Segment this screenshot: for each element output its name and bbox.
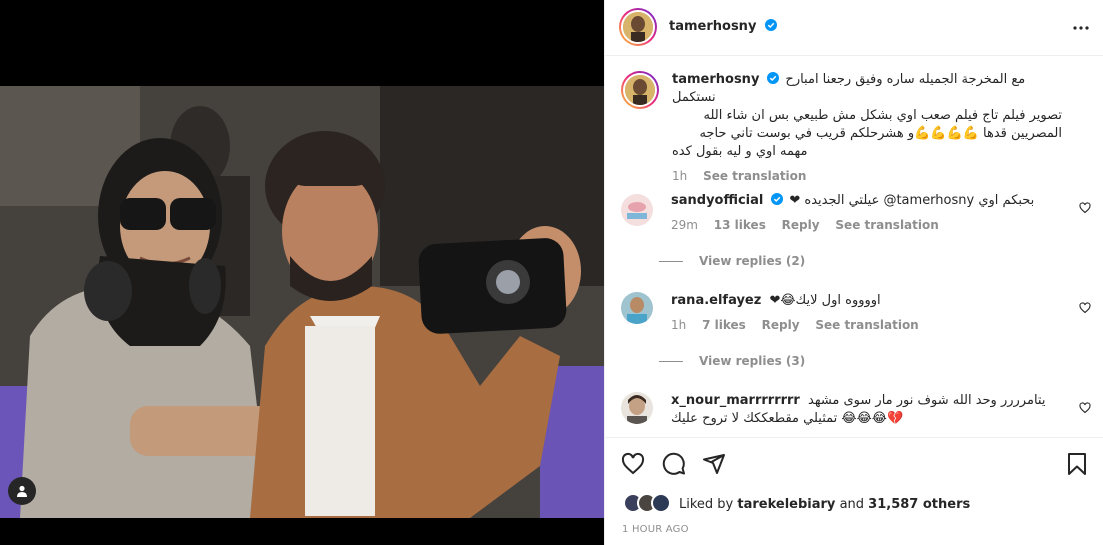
caption-see-translation[interactable]: See translation xyxy=(703,169,806,183)
verified-badge-icon xyxy=(771,193,784,205)
caption-avatar-photo xyxy=(625,75,655,105)
author-avatar[interactable] xyxy=(619,8,657,46)
comment-likes[interactable]: 13 likes xyxy=(714,218,766,232)
caption-body: tamerhosny مع المخرجة الجميله ساره وفيق ر… xyxy=(672,71,1062,185)
likes-summary: Liked by tarekelebiary and 31,587 others xyxy=(623,493,970,515)
view-replies-button[interactable]: View replies (3) xyxy=(659,354,805,368)
more-options-icon[interactable] xyxy=(1072,19,1090,37)
comment-username[interactable]: x_nour_marrrrrrrr xyxy=(671,393,800,408)
comment-see-translation[interactable]: See translation xyxy=(815,318,918,332)
caption: tamerhosny مع المخرجة الجميله ساره وفيق ر… xyxy=(621,71,1091,183)
view-replies-line xyxy=(659,261,683,262)
commenter-avatar[interactable] xyxy=(621,292,653,324)
heart-outline-icon[interactable] xyxy=(1079,202,1091,214)
comment-text: ❤ عيلتي الجديده @tamerhosny بحبكم اوي xyxy=(789,193,1035,208)
post-actions: Liked by tarekelebiary and 31,587 others… xyxy=(605,437,1103,545)
comment-username[interactable]: sandyofficial xyxy=(671,193,763,208)
commenter-avatar[interactable] xyxy=(621,392,653,424)
post-header: tamerhosny xyxy=(605,0,1103,56)
comment-meta: 1h 7 likes Reply See translation xyxy=(671,316,1051,334)
view-replies-button[interactable]: View replies (2) xyxy=(659,254,805,268)
comment-item: sandyofficial ❤ عيلتي الجديده @tamerhosny… xyxy=(621,192,1091,242)
likes-and: and xyxy=(839,496,865,512)
caption-avatar[interactable] xyxy=(621,71,659,109)
tagged-users-button[interactable] xyxy=(8,477,36,505)
comment-item: rana.elfayez ❤😂اووووه اول لايك 1h 7 like… xyxy=(621,292,1091,342)
likes-others[interactable]: 31,587 others xyxy=(868,497,970,512)
comment-text: ❤😂اووووه اول لايك xyxy=(769,293,881,308)
save-bookmark-icon[interactable] xyxy=(1065,452,1089,476)
caption-meta: 1h See translation xyxy=(672,167,1062,185)
view-replies-line xyxy=(659,361,683,362)
verified-badge-icon xyxy=(767,72,780,84)
comment-reply-button[interactable]: Reply xyxy=(782,218,820,232)
author-username[interactable]: tamerhosny xyxy=(669,19,756,34)
heart-outline-icon[interactable] xyxy=(1079,402,1091,414)
comment-time[interactable]: 29m xyxy=(671,218,698,232)
post-photo[interactable] xyxy=(0,86,604,518)
post-media xyxy=(0,0,604,545)
comment-body: x_nour_marrrrrrrr يتامرررر وحد الله شوف … xyxy=(671,392,1051,428)
commenter-photo xyxy=(621,292,653,324)
comment-text-line-1: يتامرررر وحد الله شوف نور مار سوى مشهد xyxy=(808,393,1046,408)
liker-avatars[interactable] xyxy=(623,493,673,515)
comment-meta: 29m 13 likes Reply See translation xyxy=(671,216,1051,234)
likes-prefix: Liked by xyxy=(679,496,734,512)
post-side-panel: tamerhosny tamerhosny مع المخرجة الجميله… xyxy=(604,0,1103,545)
commenter-photo xyxy=(621,392,653,424)
comment-text-line-2: 💔😂😂😂 تمثيلي مقطعككك لا تروح عليك xyxy=(671,411,904,426)
author-photo xyxy=(623,12,653,42)
verified-badge-icon xyxy=(764,19,777,31)
like-heart-icon[interactable] xyxy=(621,452,645,476)
caption-line-1-row: tamerhosny مع المخرجة الجميله ساره وفيق ر… xyxy=(672,71,1062,107)
caption-text-line-4: مهمه اوي و ليه بقول كده xyxy=(672,144,808,159)
commenter-photo xyxy=(621,194,653,226)
comment-see-translation[interactable]: See translation xyxy=(835,218,938,232)
caption-text-line-2: تصوير فيلم تاج فيلم صعب اوي بشكل مش طبيع… xyxy=(703,108,1062,123)
comment-body: sandyofficial ❤ عيلتي الجديده @tamerhosny… xyxy=(671,192,1051,234)
post-timestamp[interactable]: 1 HOUR AGO xyxy=(622,524,689,535)
caption-text-line-3: المصريين قدها 💪💪💪💪و هشرحلكم قريب في بوست… xyxy=(699,126,1062,141)
comment-bubble-icon[interactable] xyxy=(662,452,686,476)
comment-time[interactable]: 1h xyxy=(671,318,686,332)
user-icon xyxy=(17,485,27,497)
comment-item: x_nour_marrrrrrrr يتامرررر وحد الله شوف … xyxy=(621,392,1091,437)
heart-outline-icon[interactable] xyxy=(1079,302,1091,314)
commenter-avatar[interactable] xyxy=(621,194,653,226)
comment-username[interactable]: rana.elfayez xyxy=(671,293,761,308)
view-replies-label: View replies (3) xyxy=(699,354,806,368)
view-replies-label: View replies (2) xyxy=(699,254,806,268)
likes-user[interactable]: tarekelebiary xyxy=(737,497,835,512)
share-send-icon[interactable] xyxy=(702,452,726,476)
liker-avatar xyxy=(651,493,671,513)
comment-body: rana.elfayez ❤😂اووووه اول لايك 1h 7 like… xyxy=(671,292,1051,334)
comment-likes[interactable]: 7 likes xyxy=(702,318,746,332)
photo-illustration xyxy=(0,86,604,518)
caption-username[interactable]: tamerhosny xyxy=(672,72,759,87)
author-name-row: tamerhosny xyxy=(669,19,777,34)
comment-reply-button[interactable]: Reply xyxy=(762,318,800,332)
caption-time[interactable]: 1h xyxy=(672,169,687,183)
comments-section[interactable]: tamerhosny مع المخرجة الجميله ساره وفيق ر… xyxy=(605,57,1103,437)
